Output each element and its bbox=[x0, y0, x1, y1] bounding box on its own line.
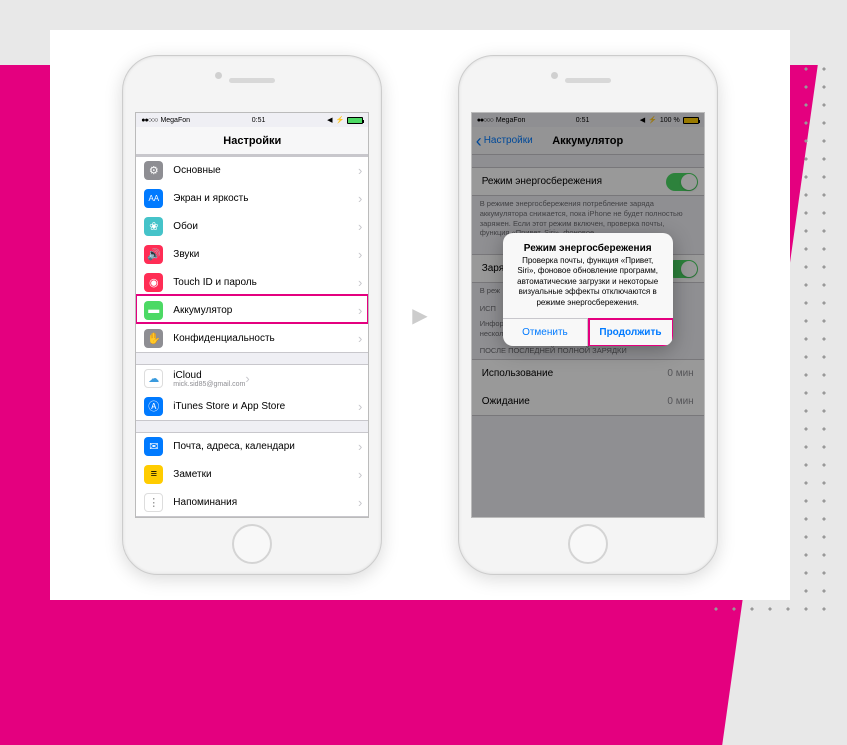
cell-label: Звуки bbox=[173, 249, 358, 260]
cell-label: Основные bbox=[173, 165, 358, 176]
cell-notes[interactable]: ≡ Заметки › bbox=[136, 460, 368, 488]
cell-reminders[interactable]: ⋮ Напоминания › bbox=[136, 488, 368, 516]
mail-icon: ✉ bbox=[144, 437, 163, 456]
chevron-right-icon: › bbox=[358, 331, 362, 346]
location-icon: ◀ bbox=[327, 116, 332, 124]
nav-bar: Настройки bbox=[136, 127, 368, 155]
alert-message: Проверка почты, функция «Привет, Siri», … bbox=[503, 256, 673, 318]
alert-cancel-label: Отменить bbox=[522, 327, 568, 338]
cell-label: Обои bbox=[173, 221, 358, 232]
status-bar: ●●○○○ MegaFon 0:51 ◀ ⚡ bbox=[136, 113, 368, 127]
chevron-right-icon: › bbox=[358, 399, 362, 414]
alert-continue-label: Продолжить bbox=[599, 327, 661, 338]
chevron-right-icon: › bbox=[245, 371, 249, 386]
chevron-right-icon: › bbox=[358, 163, 362, 178]
phone-left: ●●○○○ MegaFon 0:51 ◀ ⚡ Настройки ⚙ Основ… bbox=[122, 55, 382, 575]
chevron-right-icon: › bbox=[358, 467, 362, 482]
screen-settings: ●●○○○ MegaFon 0:51 ◀ ⚡ Настройки ⚙ Основ… bbox=[135, 112, 369, 518]
signal-icon: ●●○○○ bbox=[141, 117, 157, 124]
phone-right: ●●○○○ MegaFon 0:51 ◀ ⚡ 100 % Настройки А… bbox=[458, 55, 718, 575]
cell-label: Аккумулятор bbox=[173, 305, 358, 316]
reminders-icon: ⋮ bbox=[144, 493, 163, 512]
display-icon: AA bbox=[144, 189, 163, 208]
cell-display[interactable]: AA Экран и яркость › bbox=[136, 184, 368, 212]
nav-title: Настройки bbox=[223, 135, 281, 147]
cell-label: iCloud bbox=[173, 370, 245, 381]
alert-cancel-button[interactable]: Отменить bbox=[503, 319, 589, 346]
screen-battery: ●●○○○ MegaFon 0:51 ◀ ⚡ 100 % Настройки А… bbox=[471, 112, 705, 518]
cell-general[interactable]: ⚙ Основные › bbox=[136, 156, 368, 184]
carrier-label: MegaFon bbox=[160, 117, 190, 124]
cell-label: Конфиденциальность bbox=[173, 333, 358, 344]
white-panel: ●●○○○ MegaFon 0:51 ◀ ⚡ Настройки ⚙ Основ… bbox=[50, 30, 790, 600]
chevron-right-icon: › bbox=[358, 439, 362, 454]
cell-itunes[interactable]: Ⓐ iTunes Store и App Store › bbox=[136, 392, 368, 420]
chevron-right-icon: › bbox=[358, 303, 362, 318]
cell-touchid[interactable]: ◉ Touch ID и пароль › bbox=[136, 268, 368, 296]
chevron-right-icon: › bbox=[358, 219, 362, 234]
cell-label: Напоминания bbox=[173, 497, 358, 508]
cell-label: Заметки bbox=[173, 469, 358, 480]
home-button[interactable] bbox=[568, 524, 608, 564]
battery-settings-icon: ▬ bbox=[144, 301, 163, 320]
bluetooth-icon: ⚡ bbox=[336, 116, 345, 124]
gear-icon: ⚙ bbox=[144, 161, 163, 180]
notes-icon: ≡ bbox=[144, 465, 163, 484]
alert-title: Режим энергосбережения bbox=[503, 233, 673, 256]
chevron-right-icon: › bbox=[358, 247, 362, 262]
cell-sounds[interactable]: 🔊 Звуки › bbox=[136, 240, 368, 268]
cell-wallpaper[interactable]: ❀ Обои › bbox=[136, 212, 368, 240]
arrow-separator-icon: ▶ bbox=[412, 303, 427, 328]
low-power-alert: Режим энергосбережения Проверка почты, ф… bbox=[503, 233, 673, 346]
cell-icloud[interactable]: ☁ iCloud mick.sid85@gmail.com › bbox=[136, 364, 368, 392]
chevron-right-icon: › bbox=[358, 191, 362, 206]
settings-list[interactable]: ⚙ Основные › AA Экран и яркость › ❀ Обои… bbox=[136, 155, 368, 517]
cell-mail[interactable]: ✉ Почта, адреса, календари › bbox=[136, 432, 368, 460]
alert-continue-button[interactable]: Продолжить bbox=[588, 319, 673, 346]
cell-label: Почта, адреса, календари bbox=[173, 441, 358, 452]
privacy-icon: ✋ bbox=[144, 329, 163, 348]
fingerprint-icon: ◉ bbox=[144, 273, 163, 292]
appstore-icon: Ⓐ bbox=[144, 397, 163, 416]
icloud-icon: ☁ bbox=[144, 369, 163, 388]
cell-label: iTunes Store и App Store bbox=[173, 401, 358, 412]
cell-label: Touch ID и пароль bbox=[173, 277, 358, 288]
cell-sublabel: mick.sid85@gmail.com bbox=[173, 381, 245, 388]
home-button[interactable] bbox=[232, 524, 272, 564]
cell-label: Экран и яркость bbox=[173, 193, 358, 204]
cell-privacy[interactable]: ✋ Конфиденциальность › bbox=[136, 324, 368, 352]
status-time: 0:51 bbox=[252, 117, 266, 124]
chevron-right-icon: › bbox=[358, 495, 362, 510]
chevron-right-icon: › bbox=[358, 275, 362, 290]
battery-icon bbox=[347, 117, 363, 124]
cell-battery[interactable]: ▬ Аккумулятор › bbox=[136, 296, 368, 324]
wallpaper-icon: ❀ bbox=[144, 217, 163, 236]
sounds-icon: 🔊 bbox=[144, 245, 163, 264]
